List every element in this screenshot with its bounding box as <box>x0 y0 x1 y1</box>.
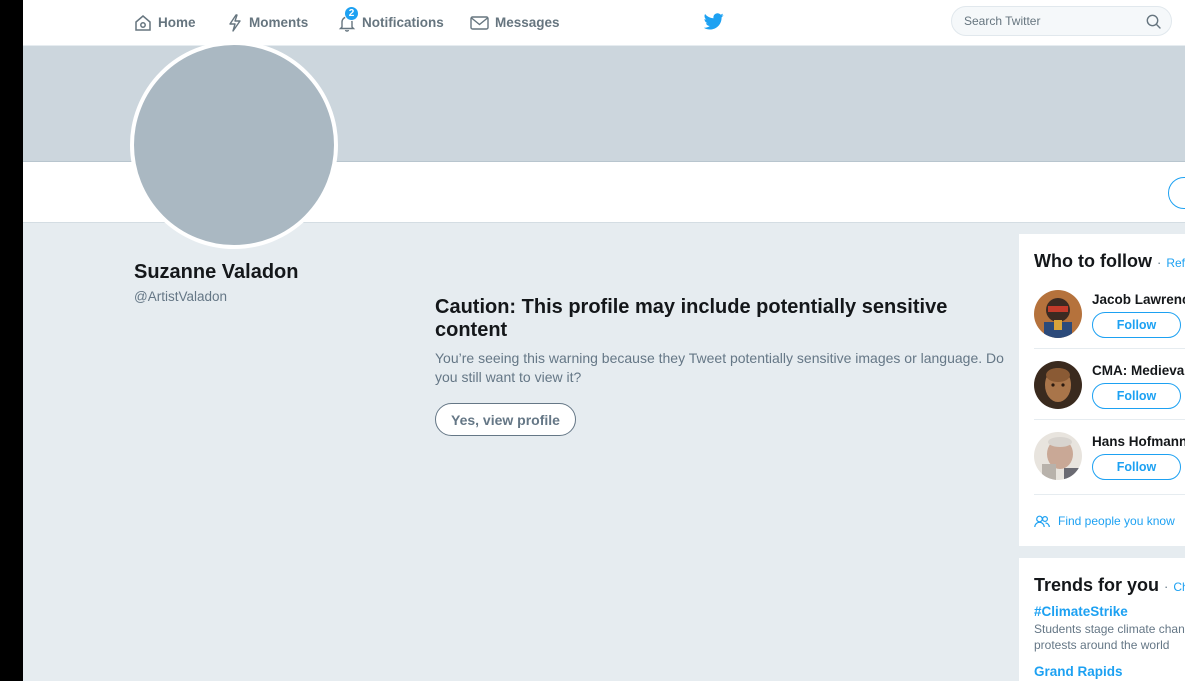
page: Home Moments 2 Notifications Messages Se… <box>23 0 1185 681</box>
divider <box>1034 348 1185 349</box>
trends-card: Trends for you · Change #ClimateStrike S… <box>1019 558 1185 681</box>
suggested-user-avatar[interactable] <box>1034 432 1082 480</box>
top-nav: Home Moments 2 Notifications Messages <box>23 0 1185 46</box>
suggested-user-name[interactable]: CMA: Medieval <box>1092 363 1185 378</box>
notifications-badge: 2 <box>344 6 359 21</box>
search-box[interactable] <box>951 6 1172 36</box>
avatar[interactable] <box>130 41 338 249</box>
trend-item-name[interactable]: Grand Rapids <box>1034 664 1123 679</box>
suggested-user: Jacob Lawrence Follow <box>1034 290 1185 360</box>
search-icon[interactable] <box>1146 14 1161 29</box>
suggested-user-name[interactable]: Jacob Lawrence <box>1092 292 1185 307</box>
divider <box>1034 494 1185 495</box>
who-to-follow-header: Who to follow · Refresh <box>1034 251 1185 272</box>
caution-title: Caution: This profile may include potent… <box>435 296 948 341</box>
suggested-user-avatar[interactable] <box>1034 290 1082 338</box>
follow-button[interactable]: Follow <box>1092 312 1181 338</box>
notifications-icon-wrap: 2 <box>338 0 359 45</box>
people-icon <box>1034 515 1050 527</box>
search-input[interactable] <box>964 7 1134 35</box>
suggested-user-name[interactable]: Hans Hofmann <box>1092 434 1185 449</box>
who-to-follow-card: Who to follow · Refresh Jacob Lawrence F… <box>1019 234 1185 546</box>
trend-item-description: Students stage climate change protests a… <box>1034 622 1185 652</box>
caution-text: You’re seeing this warning because they … <box>435 350 1004 385</box>
follow-button[interactable]: Follow <box>1092 454 1181 480</box>
divider <box>1034 419 1185 420</box>
profile-name[interactable]: Suzanne Valadon <box>134 261 298 284</box>
nav-messages[interactable]: Messages <box>470 0 560 45</box>
view-profile-button[interactable]: Yes, view profile <box>435 403 576 436</box>
find-people-link[interactable]: Find people you know <box>1034 514 1175 528</box>
change-link[interactable]: Change <box>1173 580 1185 594</box>
nav-home-label: Home <box>158 15 196 30</box>
suggested-user: CMA: Medieval Follow <box>1034 361 1185 431</box>
trend-item-name[interactable]: #ClimateStrike <box>1034 604 1128 619</box>
nav-home[interactable]: Home <box>134 0 196 45</box>
trends-separator: · <box>1164 579 1169 594</box>
suggested-user: Hans Hofmann Follow <box>1034 432 1185 502</box>
profile-handle[interactable]: @ArtistValadon <box>134 289 227 304</box>
twitter-bird-icon[interactable] <box>704 13 724 30</box>
lightning-icon <box>229 13 241 32</box>
trends-header: Trends for you · Change <box>1034 575 1185 596</box>
nav-messages-label: Messages <box>495 15 560 30</box>
profile-action-button[interactable] <box>1168 177 1185 209</box>
envelope-icon <box>470 15 489 30</box>
nav-moments-label: Moments <box>249 15 309 30</box>
refresh-link[interactable]: Refresh <box>1166 256 1185 270</box>
find-people-label: Find people you know <box>1058 514 1175 528</box>
suggested-user-avatar[interactable] <box>1034 361 1082 409</box>
follow-button[interactable]: Follow <box>1092 383 1181 409</box>
who-to-follow-title: Who to follow <box>1034 251 1152 271</box>
trends-title: Trends for you <box>1034 575 1160 595</box>
nav-notifications[interactable]: 2 Notifications <box>338 0 444 45</box>
nav-notifications-label: Notifications <box>362 15 444 30</box>
who-to-follow-separator: · <box>1156 255 1162 270</box>
home-icon <box>135 14 151 31</box>
nav-moments[interactable]: Moments <box>227 0 308 45</box>
